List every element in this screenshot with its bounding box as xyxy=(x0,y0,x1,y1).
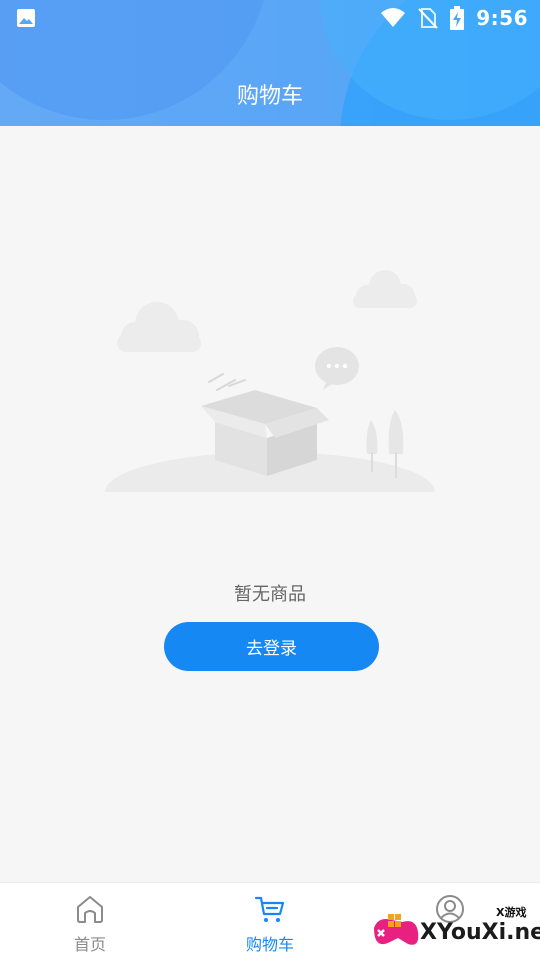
page-title: 购物车 xyxy=(236,84,303,109)
watermark-logo: X游戏 XYouXi.net xyxy=(368,898,540,960)
home-icon xyxy=(77,896,103,923)
empty-box-illustration xyxy=(105,270,435,502)
status-bar: 9:56 xyxy=(0,0,540,36)
status-time: 9:56 xyxy=(476,6,528,30)
no-sim-icon xyxy=(418,8,438,29)
gamepad-logo-icon xyxy=(374,914,419,945)
watermark-brand-text: XYouXi.net xyxy=(420,920,540,945)
tab-cart[interactable]: 购物车 xyxy=(180,883,360,961)
watermark-small-text: X游戏 xyxy=(496,906,527,919)
empty-cart-message: 暂无商品 xyxy=(234,584,306,605)
cart-icon xyxy=(254,896,285,922)
chat-bubble-icon xyxy=(315,347,359,390)
login-button[interactable]: 去登录 xyxy=(164,622,379,671)
image-icon xyxy=(17,9,35,27)
tab-home-label: 首页 xyxy=(73,935,106,954)
tab-cart-label: 购物车 xyxy=(245,935,294,954)
tab-home[interactable]: 首页 xyxy=(0,883,180,961)
wifi-icon xyxy=(381,8,406,27)
battery-charging-icon xyxy=(450,6,465,30)
